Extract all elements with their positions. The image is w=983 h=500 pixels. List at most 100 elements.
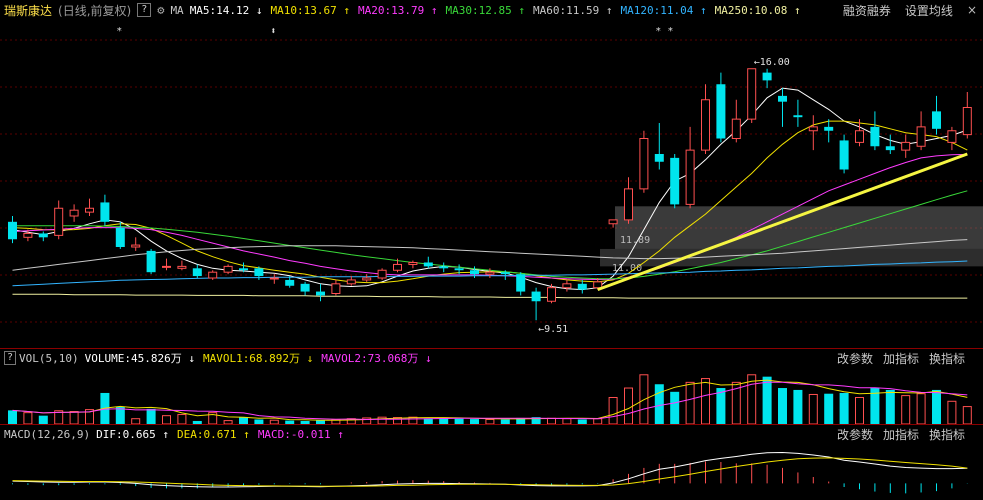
mavol1-line <box>12 379 968 421</box>
candle-body <box>470 270 479 275</box>
candle-body <box>208 271 218 279</box>
ma-value-2: MA20:13.79 ↑ <box>358 3 438 17</box>
candle-body <box>454 268 464 271</box>
volume-bar <box>38 415 48 424</box>
candle-body <box>778 95 787 102</box>
candle-body <box>100 202 110 222</box>
candle-body <box>716 84 726 139</box>
info-icon[interactable]: ? <box>137 3 152 17</box>
gear-icon[interactable]: ⚙ <box>157 3 164 17</box>
candle-body <box>824 126 834 131</box>
vol-value-1: MAVOL1:68.892万 ↓ <box>202 352 314 365</box>
event-marker-1: ⬍ <box>270 26 276 37</box>
candle-body <box>393 263 402 271</box>
vol-switch-indicator[interactable]: 换指标 <box>929 350 965 367</box>
vol-change-params[interactable]: 改参数 <box>837 350 873 367</box>
candle-body <box>516 274 526 292</box>
volume-chart[interactable] <box>0 367 983 424</box>
candle-body <box>654 154 664 162</box>
vol-value-2: MAVOL2:73.068万 ↓ <box>321 352 432 365</box>
candle-body <box>239 268 248 271</box>
candle-body <box>269 277 279 280</box>
volume-bar <box>654 384 664 424</box>
candle-body <box>23 232 33 238</box>
volume-bar <box>239 417 248 424</box>
volume-bar <box>778 388 787 424</box>
ma-value-0: MA5:14.12 ↓ <box>189 3 263 17</box>
candle-body <box>901 141 911 151</box>
volume-bar <box>901 395 911 424</box>
set-ma-link[interactable]: 设置均线 <box>905 2 953 19</box>
candle-body <box>408 262 418 265</box>
candle-body <box>331 283 341 294</box>
volume-bar <box>670 391 680 424</box>
macd-links: 改参数 加指标 换指标 <box>837 425 965 443</box>
candle-body <box>932 111 941 129</box>
candle-body <box>192 268 202 277</box>
candle-body <box>593 281 603 289</box>
candle-body <box>639 138 649 190</box>
close-icon[interactable]: × <box>967 3 977 17</box>
volume-bar <box>685 381 695 424</box>
volume-bar <box>962 406 972 424</box>
ma-value-3: MA30:12.85 ↑ <box>445 3 525 17</box>
volume-bar <box>932 389 941 424</box>
candle-body <box>377 269 387 279</box>
macd-chart[interactable] <box>0 443 983 500</box>
volume-bar <box>146 408 156 424</box>
candle-body <box>439 266 449 269</box>
candle-body <box>177 265 187 269</box>
candle-body <box>423 262 433 267</box>
volume-header: ? VOL(5,10) VOLUME:45.826万 ↓ MAVOL1:68.89… <box>0 349 983 367</box>
volume-bar <box>69 411 79 424</box>
event-marker-0: * <box>116 26 122 37</box>
event-marker-2: * * <box>655 26 673 37</box>
ma-label: MA <box>170 3 184 17</box>
candle-body <box>254 268 264 277</box>
stock-name[interactable]: 瑞斯康达 <box>4 2 52 19</box>
candle-body <box>316 291 325 296</box>
candle-body <box>54 207 64 236</box>
volume-bar <box>162 415 171 424</box>
candle-body <box>947 130 957 143</box>
candle-body <box>793 115 803 118</box>
candle-body <box>485 271 495 275</box>
vol-links: 改参数 加指标 换指标 <box>837 349 965 367</box>
ma-value-6: MA250:10.08 ↑ <box>714 3 801 17</box>
macd-switch-indicator[interactable]: 换指标 <box>929 426 965 443</box>
ma-values: MA5:14.12 ↓ MA10:13.67 ↑ MA20:13.79 ↑ MA30:… <box>190 4 809 17</box>
volume-bar <box>23 412 33 424</box>
candle-body <box>577 283 587 290</box>
candle-body <box>731 118 741 139</box>
candle-body <box>223 265 233 273</box>
price-chart[interactable]: 11.8911.00←16.00←9.51* ⬍ * * <box>0 20 983 348</box>
volume-bar <box>885 389 895 424</box>
candle-body <box>962 107 972 136</box>
candle-body <box>146 250 156 273</box>
candle-body <box>547 287 556 302</box>
macd-value-2: MACD:-0.011 ↑ <box>257 427 344 441</box>
candle-body <box>362 277 372 281</box>
margin-trading-link[interactable]: 融资融券 <box>843 2 891 19</box>
vol-add-indicator[interactable]: 加指标 <box>883 350 919 367</box>
candle-body <box>285 279 295 286</box>
highlight-band-lower <box>600 248 983 267</box>
candle-body <box>685 149 695 205</box>
candle-body <box>885 146 895 151</box>
macd-add-indicator[interactable]: 加指标 <box>883 426 919 443</box>
info-icon[interactable]: ? <box>4 351 16 365</box>
volume-bar <box>762 376 772 424</box>
header-links: 融资融券 设置均线 × <box>843 0 977 20</box>
volume-bar <box>701 378 710 424</box>
ma-value-5: MA120:11.04 ↑ <box>620 3 707 17</box>
candle-body <box>69 209 79 217</box>
low-price-label: ←9.51 <box>538 324 568 335</box>
macd-change-params[interactable]: 改参数 <box>837 426 873 443</box>
candle-body <box>916 126 926 147</box>
ma-value-4: MA60:11.59 ↑ <box>533 3 613 17</box>
volume-bar <box>624 387 633 424</box>
candle-body <box>608 219 618 225</box>
candle-body <box>839 140 849 170</box>
volume-bar <box>808 393 818 424</box>
candle-body <box>808 126 818 132</box>
